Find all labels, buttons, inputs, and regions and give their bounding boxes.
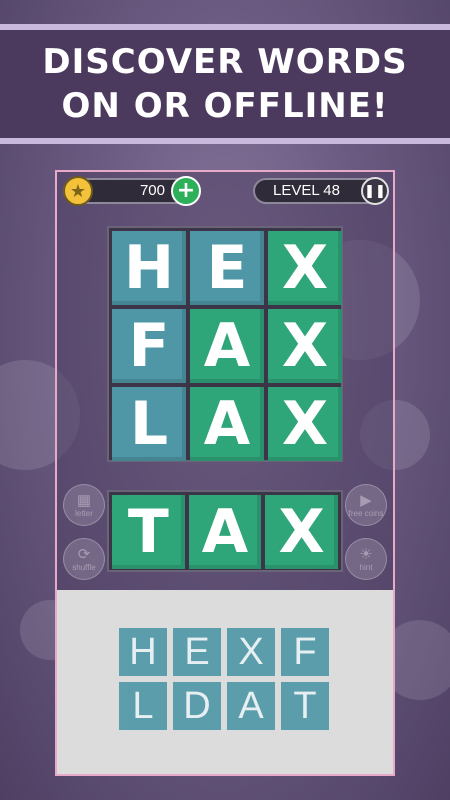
tile-hint-icon: ▦ bbox=[76, 491, 92, 509]
tray-letter-tile[interactable]: A bbox=[227, 682, 275, 730]
grid-tile[interactable]: X bbox=[268, 231, 342, 305]
letter-hint-button[interactable]: ▦ letter bbox=[63, 484, 105, 526]
banner-line-2: ON OR OFFLINE! bbox=[61, 86, 389, 126]
pause-button[interactable]: ❚❚ bbox=[361, 177, 389, 205]
shuffle-button[interactable]: ⟳ shuffle bbox=[63, 538, 105, 580]
free-coins-button[interactable]: ▶ free coins bbox=[345, 484, 387, 526]
answer-row: TAX bbox=[107, 490, 343, 572]
shuffle-icon: ⟳ bbox=[77, 545, 91, 563]
tray-letters: HEXF LDAT bbox=[119, 628, 331, 730]
tray-letter-tile[interactable]: T bbox=[281, 682, 329, 730]
letter-grid: HEXFAXLAX bbox=[107, 226, 343, 462]
grid-tile[interactable]: A bbox=[190, 387, 264, 461]
grid-tile[interactable]: A bbox=[190, 309, 264, 383]
tray-letter-tile[interactable]: H bbox=[119, 628, 167, 676]
tray-letter-tile[interactable]: F bbox=[281, 628, 329, 676]
star-icon: ★ bbox=[63, 176, 93, 206]
add-coins-button[interactable]: + bbox=[171, 176, 201, 206]
grid-tile[interactable]: X bbox=[268, 309, 342, 383]
hint-button[interactable]: ☀ hint bbox=[345, 538, 387, 580]
grid-tile[interactable]: X bbox=[268, 387, 342, 461]
score-value: 700 bbox=[139, 182, 165, 199]
tray-letter-tile[interactable]: E bbox=[173, 628, 221, 676]
level-display: LEVEL 48 ❚❚ bbox=[253, 177, 389, 205]
letter-tray: HEXF LDAT bbox=[57, 590, 393, 774]
grid-tile[interactable]: H bbox=[112, 231, 186, 305]
side-button-label: free coins bbox=[348, 508, 384, 518]
side-button-label: letter bbox=[75, 508, 93, 518]
side-button-label: hint bbox=[359, 562, 373, 572]
game-frame: ★ 700 + LEVEL 48 ❚❚ HEXFAXLAX ▦ letter ⟳… bbox=[55, 170, 395, 776]
tray-letter-tile[interactable]: D bbox=[173, 682, 221, 730]
lightbulb-icon: ☀ bbox=[359, 545, 373, 563]
side-button-label: shuffle bbox=[72, 562, 96, 572]
grid-tile[interactable]: L bbox=[112, 387, 186, 461]
answer-tile[interactable]: X bbox=[265, 495, 339, 569]
tray-letter-tile[interactable]: X bbox=[227, 628, 275, 676]
grid-tile[interactable]: F bbox=[112, 309, 186, 383]
banner-line-1: DISCOVER WORDS bbox=[42, 42, 408, 82]
score-display: ★ 700 + bbox=[63, 176, 201, 206]
video-icon: ▶ bbox=[360, 491, 372, 509]
pause-icon: ❚❚ bbox=[364, 183, 386, 199]
answer-tile[interactable]: A bbox=[188, 495, 262, 569]
answer-tile[interactable]: T bbox=[112, 495, 185, 569]
grid-tile[interactable]: E bbox=[190, 231, 264, 305]
tray-letter-tile[interactable]: L bbox=[119, 682, 167, 730]
promo-banner: DISCOVER WORDS ON OR OFFLINE! bbox=[0, 24, 450, 144]
level-label: LEVEL 48 bbox=[273, 182, 340, 199]
play-area: ★ 700 + LEVEL 48 ❚❚ HEXFAXLAX ▦ letter ⟳… bbox=[57, 172, 393, 590]
